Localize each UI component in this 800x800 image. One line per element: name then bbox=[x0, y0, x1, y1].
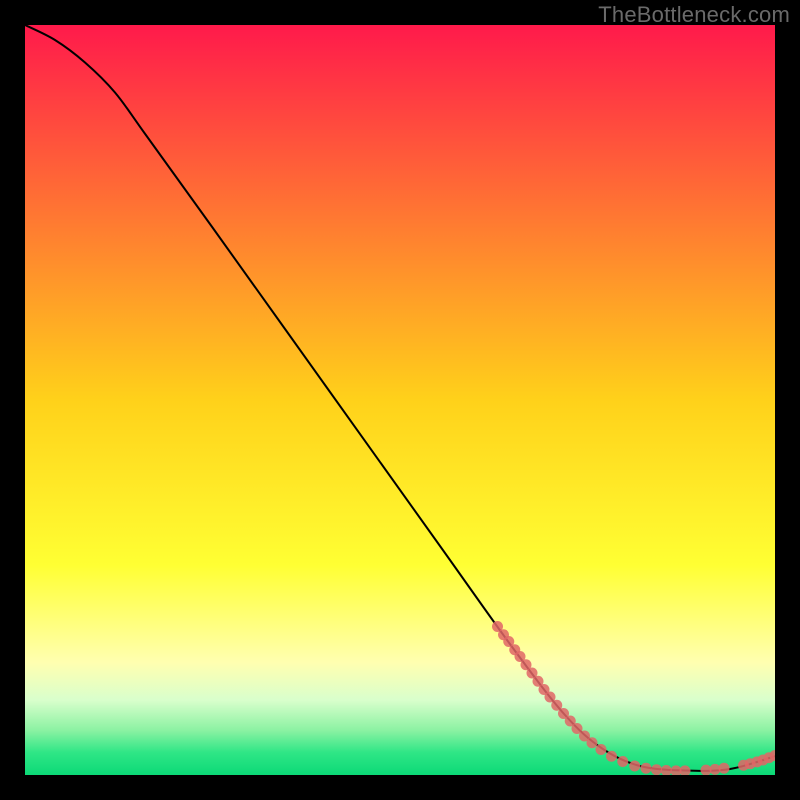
scatter-point bbox=[606, 751, 617, 762]
scatter-point bbox=[617, 756, 628, 767]
plot-area bbox=[25, 25, 775, 775]
chart-background bbox=[25, 25, 775, 775]
scatter-point bbox=[587, 737, 598, 748]
chart-svg bbox=[25, 25, 775, 775]
watermark-text: TheBottleneck.com bbox=[598, 2, 790, 28]
scatter-point bbox=[629, 761, 640, 772]
chart-frame: TheBottleneck.com bbox=[0, 0, 800, 800]
scatter-point bbox=[651, 764, 662, 775]
scatter-point bbox=[641, 763, 652, 774]
scatter-point bbox=[596, 744, 607, 755]
scatter-point bbox=[719, 763, 730, 774]
